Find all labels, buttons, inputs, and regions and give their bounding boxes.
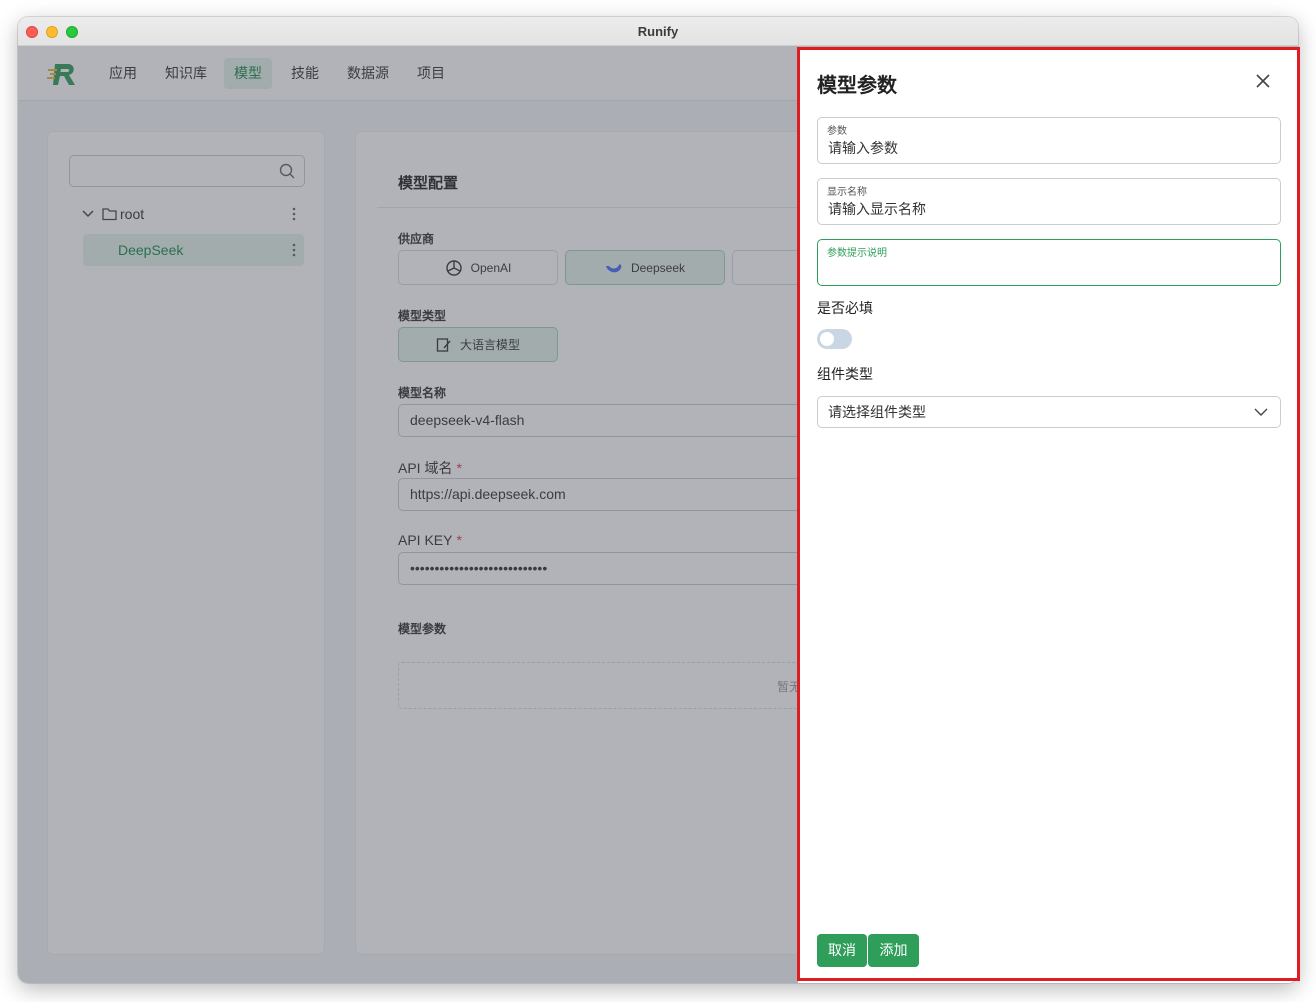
app-window: Runify 应用 知识库 模型 技能 数据源 项目 root DeepSeek… bbox=[18, 17, 1298, 983]
add-button[interactable]: 添加 bbox=[868, 934, 919, 967]
required-toggle-knob bbox=[820, 332, 834, 346]
model-param-drawer: 模型参数 参数 显示名称 参数提示说明 是否必填 组件类型 请选择组件类型 bbox=[798, 47, 1298, 983]
param-field-label: 参数 bbox=[827, 126, 847, 137]
component-type-placeholder: 请选择组件类型 bbox=[828, 404, 926, 420]
title-bar: Runify bbox=[18, 17, 1298, 46]
param-field[interactable]: 参数 bbox=[817, 117, 1281, 164]
display-name-input[interactable] bbox=[828, 199, 1268, 219]
param-hint-field-label: 参数提示说明 bbox=[827, 248, 887, 259]
cancel-button[interactable]: 取消 bbox=[817, 934, 867, 967]
chevron-down-icon bbox=[1254, 408, 1268, 416]
component-type-select[interactable]: 请选择组件类型 bbox=[817, 396, 1281, 428]
close-icon[interactable] bbox=[1254, 72, 1272, 90]
param-hint-field[interactable]: 参数提示说明 bbox=[817, 239, 1281, 286]
display-name-field-label: 显示名称 bbox=[827, 187, 867, 198]
param-input[interactable] bbox=[828, 138, 1268, 158]
component-type-label: 组件类型 bbox=[817, 366, 873, 382]
drawer-title: 模型参数 bbox=[817, 75, 897, 97]
window-title: Runify bbox=[637, 24, 679, 39]
display-name-field[interactable]: 显示名称 bbox=[817, 178, 1281, 225]
required-label: 是否必填 bbox=[817, 300, 873, 316]
param-hint-input[interactable] bbox=[828, 260, 1268, 280]
required-toggle[interactable] bbox=[817, 329, 852, 349]
